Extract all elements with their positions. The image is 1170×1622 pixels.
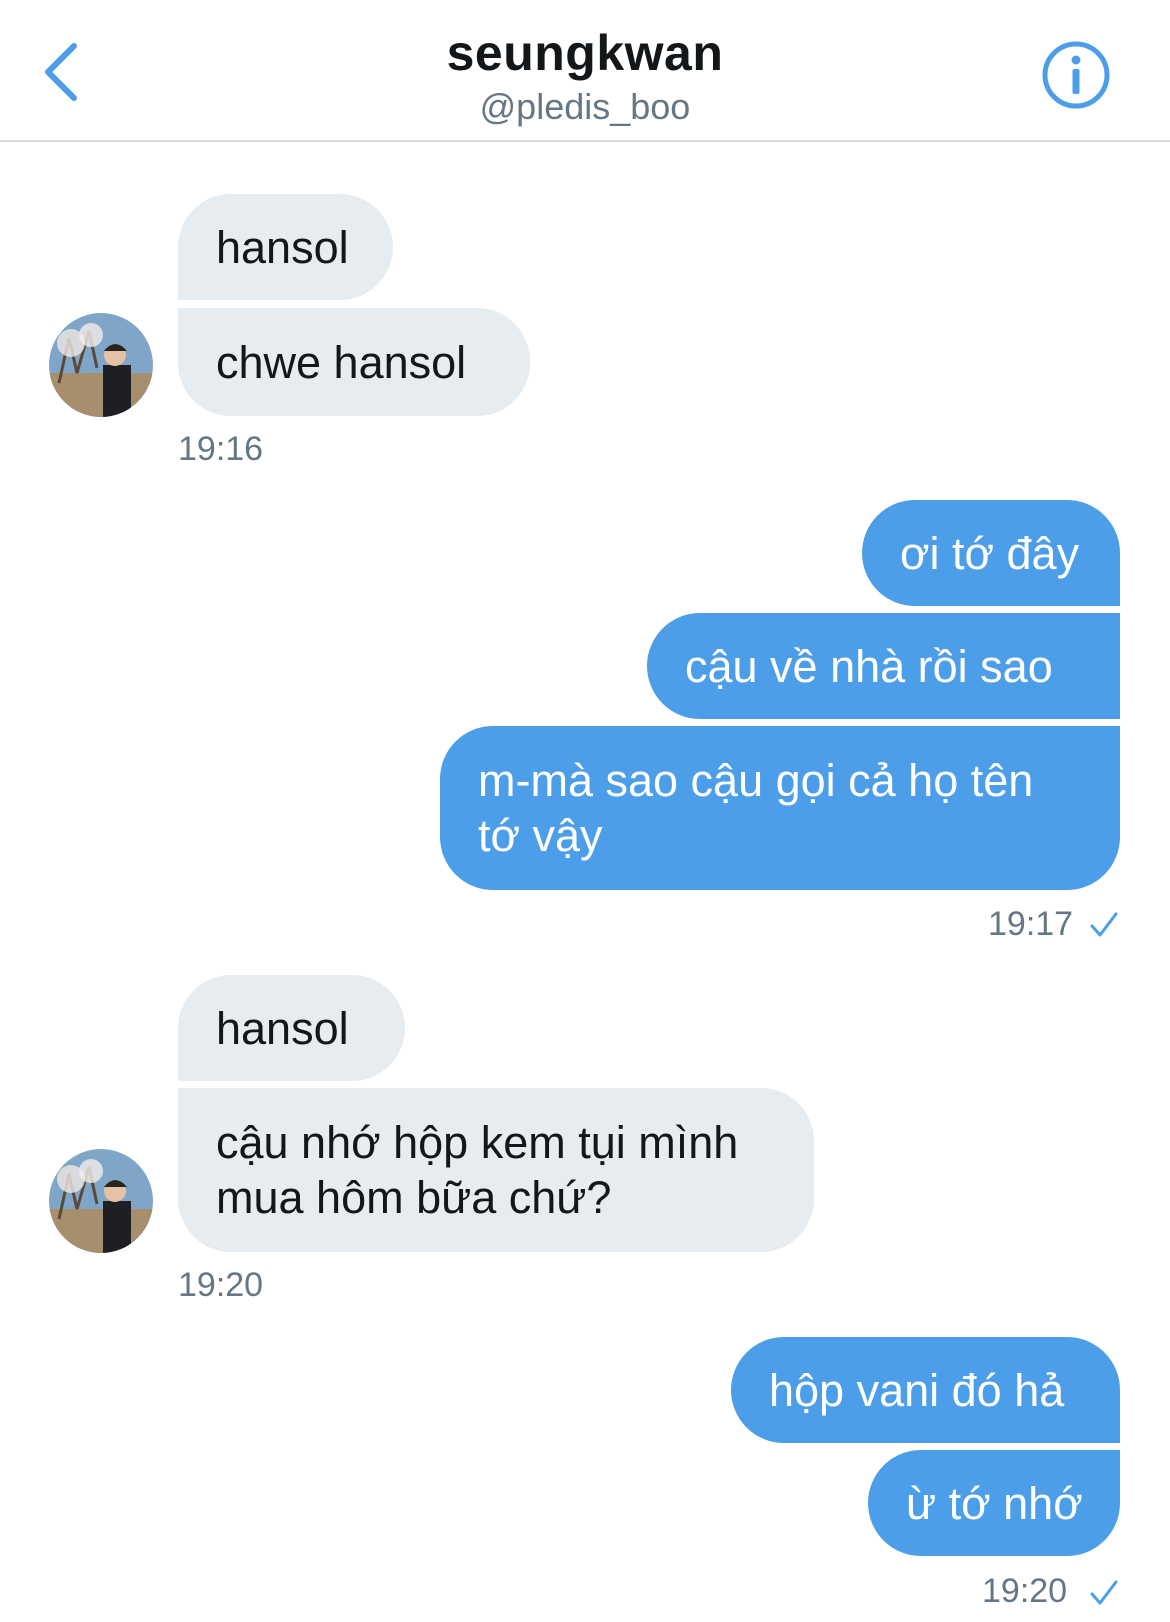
profile-photo [49,1149,153,1253]
sent-message-bubble[interactable]: ơi tớ đây [862,500,1120,606]
received-message-bubble[interactable]: chwe hansol [178,308,530,416]
conversation-header: seungkwan @pledis_boo [0,0,1170,142]
timestamp: 19:16 [178,430,264,468]
message-text: chwe hansol [216,336,467,388]
message-text: hộp vani đó hả [769,1364,1065,1416]
sent-message-bubble[interactable]: cậu về nhà rồi sao [647,613,1120,719]
avatar[interactable] [49,1149,153,1253]
timestamp: 19:20 [982,1572,1068,1610]
message-text: hansol [216,221,349,273]
message-text: m-mà sao cậu gọi cả họ tên tớ vậy [478,755,1034,861]
message-text: ừ tớ nhớ [906,1477,1083,1529]
message-text: hansol [216,1002,349,1054]
avatar[interactable] [49,313,153,417]
checkmark-icon [1090,912,1118,937]
info-circle-icon [1042,41,1110,109]
checkmark-icon [1090,1580,1118,1605]
received-message-bubble[interactable]: hansol [178,194,393,300]
profile-photo [49,313,153,417]
info-button[interactable] [1041,40,1111,110]
timestamp: 19:17 [988,905,1074,943]
sent-message-bubble[interactable]: hộp vani đó hả [731,1337,1120,1443]
conversation-title[interactable]: seungkwan [0,24,1170,82]
message-text: cậu về nhà rồi sao [685,640,1053,692]
received-message-bubble[interactable]: cậu nhớ hộp kem tụi mình mua hôm bữa chứ… [178,1088,814,1252]
message-text: ơi tớ đây [900,527,1080,579]
conversation-handle[interactable]: @pledis_boo [0,86,1170,128]
received-message-bubble[interactable]: hansol [178,975,405,1081]
sent-message-bubble[interactable]: m-mà sao cậu gọi cả họ tên tớ vậy [440,726,1120,890]
timestamp: 19:20 [178,1266,264,1304]
message-text: cậu nhớ hộp kem tụi mình mua hôm bữa chứ… [216,1117,739,1223]
sent-message-bubble[interactable]: ừ tớ nhớ [868,1450,1120,1556]
